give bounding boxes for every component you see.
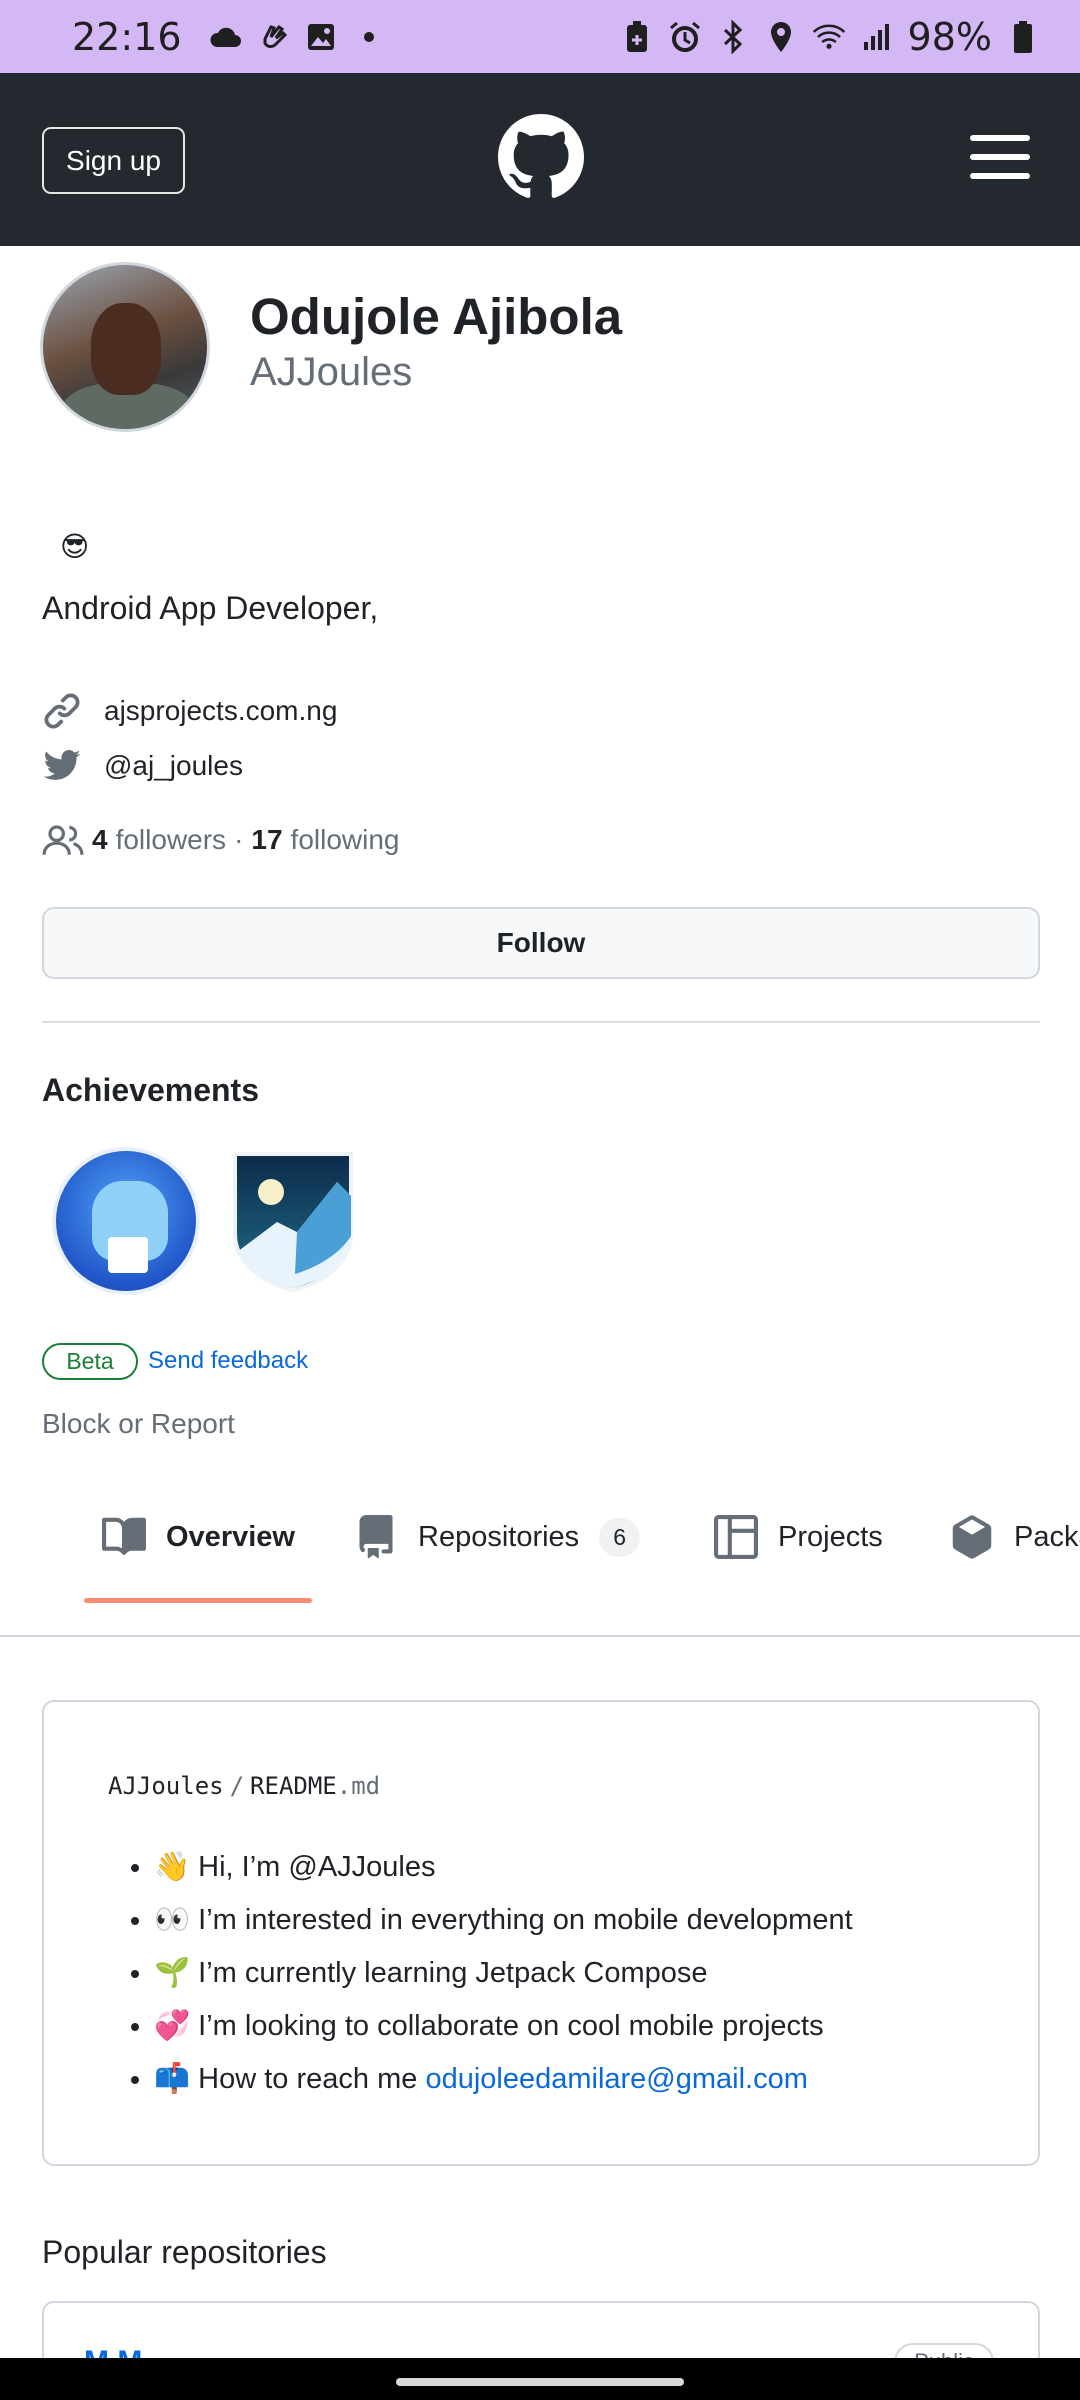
divider <box>42 1021 1040 1023</box>
home-gesture-pill[interactable] <box>396 2378 684 2386</box>
list-text: I’m interested in everything on mobile d… <box>198 1904 853 1936</box>
profile-full-name: Odujole Ajibola <box>250 288 623 345</box>
follow-button[interactable]: Follow <box>42 907 1040 979</box>
divider <box>0 1635 1080 1637</box>
readme-path: AJJoules / README.md <box>108 1772 380 1800</box>
list-emoji: 👀 <box>154 1904 191 1936</box>
readme-card: AJJoules/README.md 👋 Hi, I’m @AJJoules 👀… <box>42 1700 1040 2166</box>
achievements-title: Achievements <box>42 1072 259 1108</box>
following-label[interactable]: following <box>291 824 400 856</box>
list-item: 💞️ I’m looking to collaborate on cool mo… <box>154 2009 853 2043</box>
list-item: 👋 Hi, I’m @AJJoules <box>154 1850 853 1884</box>
wifi-icon <box>812 20 846 54</box>
book-icon <box>102 1515 147 1559</box>
battery-percent: 98% <box>907 14 992 59</box>
avatar[interactable] <box>40 262 210 432</box>
list-emoji: 🌱 <box>154 1957 191 1989</box>
twitter-icon <box>42 746 82 786</box>
website-text[interactable]: ajsprojects.com.ng <box>104 695 337 727</box>
list-emoji: 👋 <box>154 1851 191 1883</box>
cloud-icon <box>208 20 242 54</box>
package-icon <box>950 1515 994 1559</box>
tab-packages[interactable]: Packa <box>950 1515 1080 1559</box>
pull-shark-badge-icon[interactable] <box>52 1147 200 1295</box>
list-item: 📫 How to reach me odujoleedamilare@gmail… <box>154 2062 853 2096</box>
bluetooth-icon <box>716 19 750 54</box>
list-emoji: 💞️ <box>154 2010 191 2042</box>
website-link[interactable]: ajsprojects.com.ng <box>42 691 337 731</box>
menu-hamburger-icon[interactable] <box>970 135 1030 179</box>
table-icon <box>714 1515 758 1559</box>
following-count[interactable]: 17 <box>251 824 282 856</box>
list-text: How to reach me <box>198 2063 426 2095</box>
alarm-icon <box>668 20 702 54</box>
followers-label[interactable]: followers <box>116 824 226 856</box>
active-tab-indicator <box>84 1598 312 1603</box>
battery-icon <box>1006 20 1040 54</box>
readme-list: 👋 Hi, I’m @AJJoules 👀 I’m interested in … <box>154 1850 853 2115</box>
email-link[interactable]: odujoleedamilare@gmail.com <box>425 2063 807 2095</box>
twitter-text[interactable]: @aj_joules <box>104 750 243 782</box>
readme-file-ext[interactable]: .md <box>337 1772 380 1800</box>
list-text: Hi, I’m @AJJoules <box>198 1851 436 1883</box>
link-icon <box>42 691 82 731</box>
tab-overview[interactable]: Overview <box>102 1515 295 1559</box>
repositories-count-badge: 6 <box>599 1517 640 1557</box>
readme-file-base[interactable]: README <box>250 1772 337 1800</box>
system-nav-bar <box>0 2358 1080 2400</box>
hand-icon <box>256 20 290 54</box>
tab-packages-label: Packa <box>1014 1520 1080 1553</box>
arctic-code-vault-badge-icon[interactable] <box>233 1152 353 1293</box>
profile-bio: Android App Developer, <box>42 590 379 626</box>
repo-icon <box>354 1515 398 1559</box>
list-item: 🌱 I’m currently learning Jetpack Compose <box>154 1956 853 1990</box>
status-emoji[interactable]: 😎 <box>60 530 89 563</box>
list-text: I’m looking to collaborate on cool mobil… <box>198 2010 824 2042</box>
list-item: 👀 I’m interested in everything on mobile… <box>154 1903 853 1937</box>
sign-up-button[interactable]: Sign up <box>42 127 185 194</box>
github-logo-icon[interactable] <box>498 114 584 200</box>
followers-count[interactable]: 4 <box>92 824 108 856</box>
tab-repositories[interactable]: Repositories 6 <box>354 1515 640 1559</box>
followers-row: 4 followers · 17 following <box>42 823 400 857</box>
profile-tabs: Overview Repositories 6 Projects Packa <box>0 1485 1080 1637</box>
dot-icon <box>352 20 386 54</box>
location-icon <box>764 20 798 54</box>
battery-saver-icon <box>620 20 654 54</box>
list-text: I’m currently learning Jetpack Compose <box>198 1957 708 1989</box>
block-or-report-link[interactable]: Block or Report <box>42 1408 235 1440</box>
readme-path-separator: / <box>229 1772 245 1800</box>
followers-separator: · <box>234 824 244 855</box>
twitter-link[interactable]: @aj_joules <box>42 746 243 786</box>
beta-badge: Beta <box>42 1343 138 1380</box>
tab-repositories-label: Repositories <box>418 1520 580 1553</box>
site-header: Sign up <box>0 73 1080 246</box>
readme-owner[interactable]: AJJoules <box>108 1772 224 1800</box>
tab-overview-label: Overview <box>166 1520 295 1553</box>
tab-projects[interactable]: Projects <box>714 1515 883 1559</box>
people-icon <box>42 823 84 857</box>
popular-repositories-title: Popular repositories <box>42 2234 327 2270</box>
tab-projects-label: Projects <box>778 1520 883 1553</box>
status-time: 22:16 <box>72 14 182 59</box>
signal-icon <box>860 20 894 54</box>
status-bar: 22:16 98% <box>0 0 1080 73</box>
profile-username: AJJoules <box>250 350 413 394</box>
send-feedback-link[interactable]: Send feedback <box>148 1347 308 1375</box>
image-icon <box>304 20 338 54</box>
list-emoji: 📫 <box>154 2063 191 2095</box>
